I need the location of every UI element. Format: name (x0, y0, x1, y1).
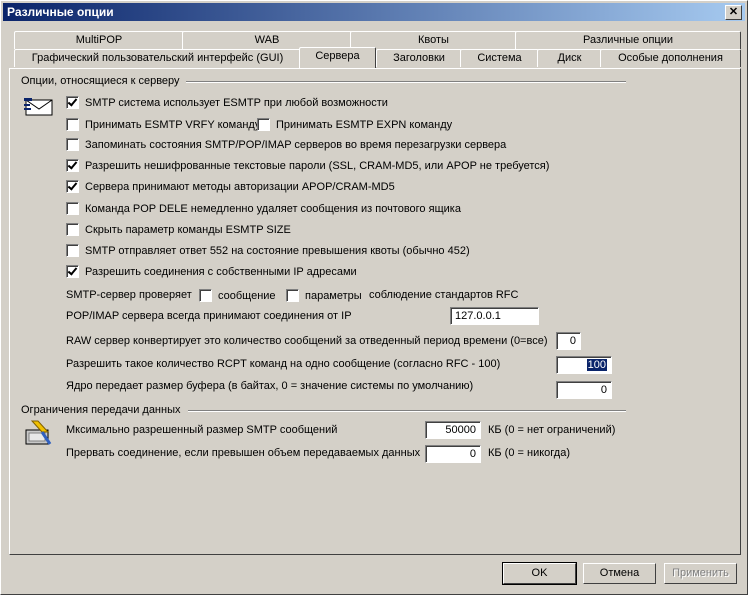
option-vrfy-checkbox[interactable] (66, 118, 79, 131)
pop-imap-label: POP/IMAP сервера всегда принимают соедин… (66, 310, 352, 322)
transfer-group-label: Ограничения передачи данных (19, 404, 183, 416)
tab-headers[interactable]: Заголовки (376, 49, 462, 67)
smtp-checks-label: SMTP-сервер проверяет (66, 289, 192, 301)
apply-button[interactable]: Применить (664, 563, 737, 584)
check-message[interactable]: сообщение (199, 289, 276, 302)
tab-misc-options[interactable]: Различные опции (515, 31, 741, 49)
max-size-label: Мксимально разрешенный размер SMTP сообщ… (66, 424, 338, 436)
cancel-button[interactable]: Отмена (583, 563, 656, 584)
option-plaintext-passwords[interactable]: Разрешить нешифрованные текстовые пароли… (66, 159, 549, 172)
rcpt-count-input[interactable]: 100 (556, 356, 612, 374)
buffer-size-input[interactable]: 0 (556, 381, 612, 399)
group-separator (186, 81, 626, 83)
option-expn[interactable]: Принимать ESMTP EXPN команду (257, 118, 452, 131)
pop-imap-ip-input[interactable]: 127.0.0.1 (450, 307, 539, 325)
tab-system[interactable]: Система (460, 49, 539, 67)
tab-disk[interactable]: Диск (537, 49, 602, 67)
raw-label: RAW сервер конвертирует это количество с… (66, 335, 548, 347)
close-button[interactable]: ✕ (725, 5, 742, 20)
tab-special-addons[interactable]: Особые дополнения (600, 49, 741, 67)
rcpt-selected-text: 100 (586, 359, 607, 371)
data-transfer-icon (25, 420, 52, 445)
option-own-ip[interactable]: Разрешить соединения с собственными IP а… (66, 265, 357, 278)
option-esmtp[interactable]: SMTP система использует ESMTP при любой … (66, 96, 388, 109)
check-params-checkbox[interactable] (286, 289, 299, 302)
abort-label: Прервать соединение, если превышен объем… (66, 447, 421, 459)
max-size-input[interactable]: 50000 (425, 421, 481, 439)
option-plaintext-passwords-checkbox[interactable] (66, 159, 79, 172)
raw-count-input[interactable]: 0 (556, 332, 581, 350)
close-icon: ✕ (728, 6, 739, 18)
option-smtp-552[interactable]: SMTP отправляет ответ 552 на состояние п… (66, 244, 470, 257)
ok-button[interactable]: OK (502, 562, 577, 585)
tab-gui[interactable]: Графический пользовательский интерфейс (… (14, 49, 301, 67)
title-bar[interactable]: Различные опции ✕ (3, 3, 745, 21)
abort-size-input[interactable]: 0 (425, 445, 481, 463)
window-title: Различные опции (7, 5, 114, 19)
option-apop-cram-checkbox[interactable] (66, 180, 79, 193)
option-expn-checkbox[interactable] (257, 118, 270, 131)
abort-size-unit: КБ (0 = никогда) (488, 447, 570, 459)
buffer-label: Ядро передает размер буфера (в байтах, 0… (66, 380, 474, 392)
rcpt-label: Разрешить такое количество RCPT команд н… (66, 358, 501, 370)
option-apop-cram[interactable]: Сервера принимают методы авторизации APO… (66, 180, 395, 193)
tab-servers[interactable]: Сервера (299, 47, 376, 68)
option-smtp-552-checkbox[interactable] (66, 244, 79, 257)
max-size-unit: КБ (0 = нет ограничений) (488, 424, 616, 436)
option-remember-state-checkbox[interactable] (66, 138, 79, 151)
server-group-label: Опции, относящиеся к серверу (19, 75, 182, 87)
rfc-label: соблюдение стандартов RFC (369, 289, 519, 301)
option-esmtp-checkbox[interactable] (66, 96, 79, 109)
option-pop-dele-checkbox[interactable] (66, 202, 79, 215)
tab-multipop[interactable]: MultiPOP (14, 31, 184, 49)
check-message-checkbox[interactable] (199, 289, 212, 302)
option-hide-size[interactable]: Скрыть параметр команды ESMTP SIZE (66, 223, 291, 236)
option-own-ip-checkbox[interactable] (66, 265, 79, 278)
option-vrfy[interactable]: Принимать ESMTP VRFY команду (66, 118, 260, 131)
mail-server-icon (24, 98, 53, 116)
check-params[interactable]: параметры (286, 289, 362, 302)
option-pop-dele[interactable]: Команда POP DELE немедленно удаляет сооб… (66, 202, 461, 215)
group-separator (188, 410, 626, 412)
option-remember-state[interactable]: Запоминать состояния SMTP/POP/IMAP серве… (66, 138, 506, 151)
option-hide-size-checkbox[interactable] (66, 223, 79, 236)
